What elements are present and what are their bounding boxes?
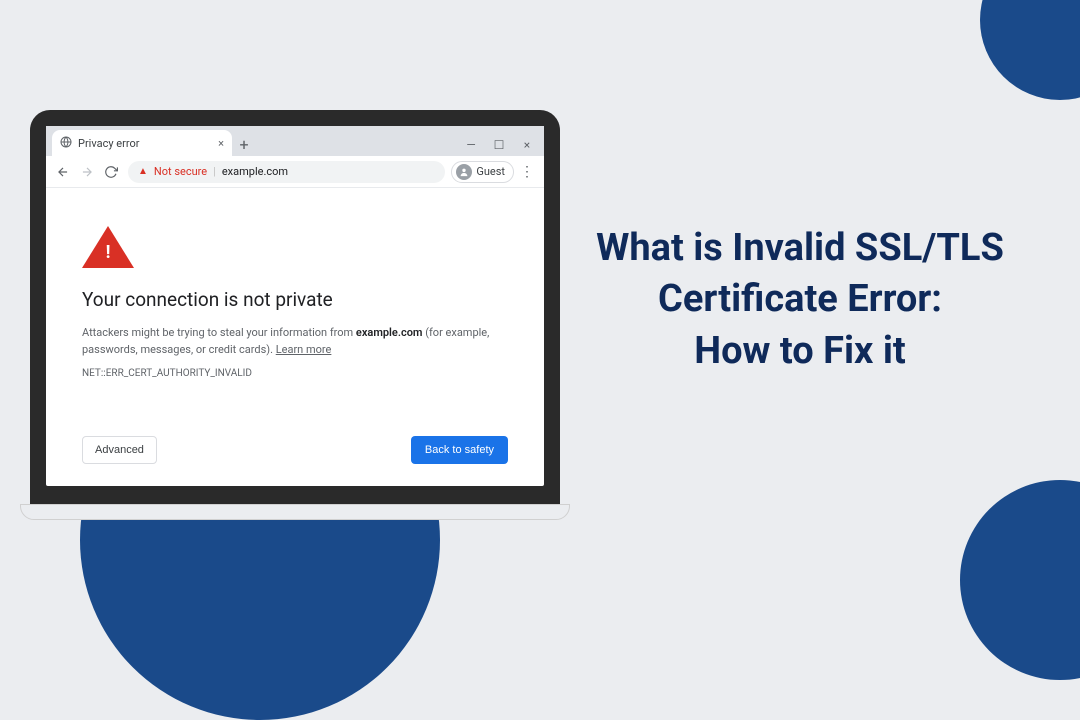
button-row: Advanced Back to safety — [82, 436, 508, 464]
headline-text: What is Invalid SSL/TLS Certificate Erro… — [580, 223, 1020, 377]
error-body-prefix: Attackers might be trying to steal your … — [82, 326, 356, 339]
laptop-base — [20, 504, 570, 520]
error-body-domain: example.com — [356, 326, 423, 339]
person-icon — [456, 164, 472, 180]
url-text: example.com — [222, 165, 288, 178]
error-code: NET::ERR_CERT_AUTHORITY_INVALID — [82, 368, 508, 379]
forward-icon[interactable] — [76, 161, 98, 183]
window-controls: — ☐ × — [464, 138, 544, 156]
decorative-circle-bottom-right — [960, 480, 1080, 680]
kebab-menu-icon[interactable]: ⋮ — [516, 164, 538, 180]
profile-label: Guest — [476, 165, 505, 178]
active-tab[interactable]: Privacy error × — [52, 130, 232, 156]
headline-line-1: What is Invalid SSL/TLS — [596, 226, 1004, 270]
browser-window: Privacy error × + — ☐ × — [46, 126, 544, 486]
close-tab-icon[interactable]: × — [218, 137, 224, 150]
laptop-screen-frame: Privacy error × + — ☐ × — [30, 110, 560, 504]
maximize-icon[interactable]: ☐ — [492, 138, 506, 152]
browser-toolbar: ▲ Not secure | example.com Guest ⋮ — [46, 156, 544, 188]
tab-strip: Privacy error × + — ☐ × — [46, 126, 544, 156]
tab-title: Privacy error — [78, 137, 139, 150]
ssl-error-page: Your connection is not private Attackers… — [46, 188, 544, 486]
learn-more-link[interactable]: Learn more — [276, 343, 332, 356]
omnibox-divider: | — [213, 165, 216, 178]
back-to-safety-button[interactable]: Back to safety — [411, 436, 508, 464]
headline-line-2: Certificate Error: — [658, 277, 942, 321]
error-heading: Your connection is not private — [82, 288, 508, 311]
not-secure-label: Not secure — [154, 165, 207, 178]
advanced-button[interactable]: Advanced — [82, 436, 157, 464]
globe-icon — [60, 136, 72, 151]
back-icon[interactable] — [52, 161, 74, 183]
minimize-icon[interactable]: — — [464, 138, 478, 152]
article-headline: What is Invalid SSL/TLS Certificate Erro… — [580, 223, 1020, 377]
reload-icon[interactable] — [100, 161, 122, 183]
profile-chip[interactable]: Guest — [451, 161, 514, 183]
close-window-icon[interactable]: × — [520, 138, 534, 152]
decorative-circle-top-right — [980, 0, 1080, 100]
address-bar[interactable]: ▲ Not secure | example.com — [128, 161, 445, 183]
headline-line-3: How to Fix it — [694, 329, 906, 373]
new-tab-button[interactable]: + — [232, 132, 256, 156]
laptop-mockup: Privacy error × + — ☐ × — [30, 110, 560, 520]
warning-triangle-icon — [82, 226, 134, 268]
warning-icon: ▲ — [138, 166, 148, 177]
error-description: Attackers might be trying to steal your … — [82, 325, 508, 358]
